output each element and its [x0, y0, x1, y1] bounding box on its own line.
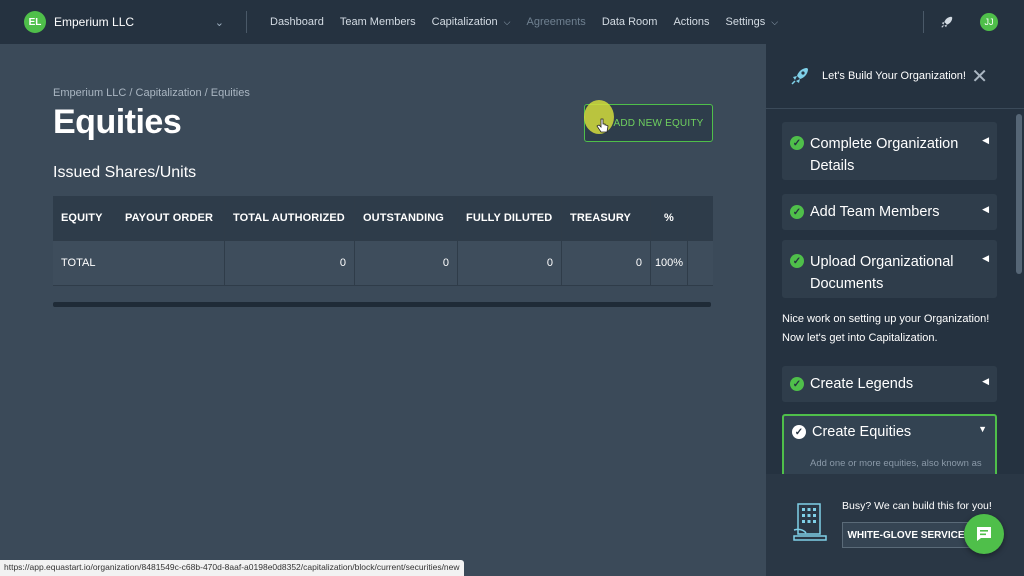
table-cell [688, 241, 713, 285]
page-title: Equities [53, 103, 182, 141]
table-cell: TOTAL [61, 257, 96, 269]
caret-left-icon: ◀ [982, 253, 989, 263]
org-switcher[interactable]: EL Emperium LLC ⌄ [24, 11, 224, 33]
equities-table: EQUITY PAYOUT ORDER TOTAL AUTHORIZED OUT… [53, 196, 713, 286]
table-cell: 0 [355, 241, 458, 285]
divider [246, 11, 247, 33]
org-badge: EL [24, 11, 46, 33]
divider [923, 11, 924, 33]
column-header[interactable]: FULLY DILUTED [458, 196, 562, 240]
main-nav: Dashboard Team Members Capitalization ⌵ A… [270, 16, 794, 28]
nav-label: Actions [673, 16, 710, 28]
check-circle-icon: ✓ [792, 425, 806, 439]
nav-settings[interactable]: Settings ⌵ [726, 16, 779, 28]
table-header-row: EQUITY PAYOUT ORDER TOTAL AUTHORIZED OUT… [53, 196, 713, 241]
caret-down-icon: ▼ [978, 424, 987, 434]
horizontal-scrollbar[interactable] [53, 302, 711, 307]
check-circle-icon: ✓ [790, 377, 804, 391]
breadcrumb: Emperium LLC / Capitalization / Equities [53, 87, 250, 99]
step-upload-documents[interactable]: ✓ Upload Organizational Documents ◀ [782, 240, 997, 298]
panel-steps: ✓ Complete Organization Details ◀ ✓ Add … [766, 110, 1024, 474]
panel-scrollbar[interactable] [1016, 114, 1022, 274]
column-header[interactable]: TREASURY [562, 196, 651, 240]
check-circle-icon: ✓ [790, 254, 804, 268]
nav-team-members[interactable]: Team Members [340, 16, 416, 28]
nav-label: Data Room [601, 16, 658, 28]
step-label: Add Team Members [810, 204, 940, 220]
step-create-legends[interactable]: ✓ Create Legends ◀ [782, 366, 997, 402]
nav-label: Settings [725, 16, 766, 28]
step-label: Upload Organizational Documents [810, 254, 954, 292]
hand-cursor-icon [596, 118, 609, 133]
nav-label: Team Members [339, 16, 416, 28]
rocket-icon[interactable] [940, 15, 954, 29]
check-circle-icon: ✓ [790, 205, 804, 219]
chevron-down-icon: ⌵ [503, 16, 511, 27]
chat-button[interactable] [964, 514, 1004, 554]
table-row: TOTAL 0 0 0 0 100% [53, 241, 713, 286]
step-create-equities[interactable]: ✓ Create Equities ▼ Add one or more equi… [782, 414, 997, 474]
column-header[interactable]: OUTSTANDING [355, 196, 458, 240]
step-description: Add one or more equities, also known as [810, 458, 982, 469]
section-title: Issued Shares/Units [53, 164, 197, 181]
top-navigation-bar: EL Emperium LLC ⌄ Dashboard Team Members… [0, 0, 1024, 44]
table-cell: 0 [562, 241, 651, 285]
rocket-icon [791, 68, 808, 85]
chat-icon [977, 527, 991, 541]
table-cell: 0 [458, 241, 562, 285]
nav-data-room[interactable]: Data Room [602, 16, 658, 28]
nav-label: Dashboard [270, 16, 324, 28]
column-header-empty [688, 196, 713, 240]
busy-text: Busy? We can build this for you! [842, 500, 992, 512]
column-header[interactable]: PAYOUT ORDER [117, 196, 225, 240]
nav-actions[interactable]: Actions [673, 16, 709, 28]
nav-capitalization[interactable]: Capitalization ⌵ [432, 16, 511, 28]
table-cell: 100% [651, 241, 688, 285]
topbar-right: JJ [923, 0, 1024, 44]
caret-left-icon: ◀ [982, 135, 989, 145]
onboarding-panel: Let's Build Your Organization! ✕ ✓ Compl… [766, 44, 1024, 576]
column-header[interactable]: TOTAL AUTHORIZED [225, 196, 355, 240]
caret-left-icon: ◀ [982, 376, 989, 386]
step-label: Create Equities [812, 424, 912, 440]
building-icon [793, 503, 827, 541]
caret-left-icon: ◀ [982, 204, 989, 214]
status-bar-url: https://app.equastart.io/organization/84… [0, 560, 464, 576]
step-complete-organization[interactable]: ✓ Complete Organization Details ◀ [782, 122, 997, 180]
table-cell: 0 [225, 241, 355, 285]
check-circle-icon: ✓ [790, 136, 804, 150]
panel-message: Nice work on setting up your Organizatio… [782, 313, 990, 344]
chevron-down-icon[interactable]: ⌄ [215, 16, 224, 29]
nav-agreements: Agreements [527, 16, 586, 28]
column-header[interactable]: EQUITY [53, 196, 117, 240]
nav-dashboard[interactable]: Dashboard [270, 16, 324, 28]
nav-label: Agreements [526, 16, 586, 28]
step-label: Create Legends [810, 376, 914, 392]
step-label: Complete Organization Details [810, 136, 959, 174]
chevron-down-icon: ⌵ [771, 16, 779, 27]
table-cell [117, 241, 225, 285]
nav-label: Capitalization [431, 16, 498, 28]
user-avatar[interactable]: JJ [980, 13, 998, 31]
step-add-team-members[interactable]: ✓ Add Team Members ◀ [782, 194, 997, 230]
panel-title: Let's Build Your Organization! [822, 70, 966, 82]
close-icon[interactable]: ✕ [971, 64, 988, 89]
org-name: Emperium LLC [54, 15, 135, 29]
column-header[interactable]: % [651, 196, 688, 240]
white-glove-service-button[interactable]: WHITE-GLOVE SERVICE [842, 522, 970, 548]
panel-header: Let's Build Your Organization! ✕ [766, 44, 1024, 109]
